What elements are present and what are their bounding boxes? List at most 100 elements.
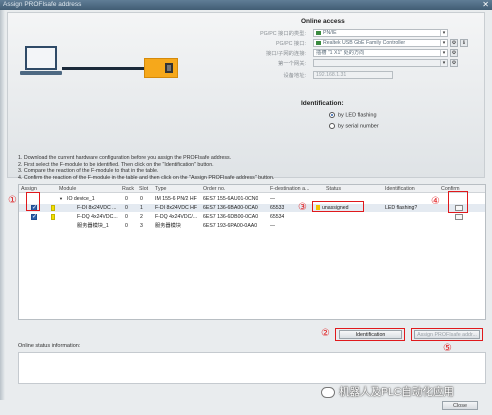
rack-value: 0 (125, 223, 128, 229)
annotation-3: ③ (298, 202, 307, 213)
identification-title: Identification: (301, 100, 344, 107)
annotation-4: ④ (431, 196, 440, 207)
f-module-marker-icon (51, 214, 55, 220)
identification-value: LED flashing? (385, 205, 418, 211)
order-value: 6ES7 136-6DB00-0CA0 (203, 214, 259, 220)
chevron-down-icon[interactable]: ▾ (440, 30, 447, 36)
slot-value: 0 (140, 196, 143, 202)
interface-type-select[interactable]: PN/IE ▾ (313, 29, 448, 37)
oa-row-interface-type: PG/PC 接口的类型: PN/IE ▾ (230, 29, 468, 37)
slot-value: 3 (140, 223, 143, 229)
dialog-title: Assign PROFIsafe address (3, 1, 82, 8)
oa-row-interface: PG/PC 接口: Realtek USB GbE Family Control… (230, 39, 468, 47)
subnet-help-button[interactable]: ⚙ (450, 49, 458, 57)
table-header (19, 185, 485, 193)
highlight-confirm (448, 191, 468, 213)
online-access-title: Online access (301, 18, 345, 25)
close-button[interactable]: Close (442, 401, 478, 410)
col-status: Status (326, 186, 342, 192)
device-address-field: 192.168.1.31 (313, 71, 393, 79)
expand-icon[interactable]: ▼ (59, 195, 63, 203)
module-table: Assign Module Rack Slot Type Order no. F… (18, 184, 486, 320)
radio-led-flashing[interactable]: by LED flashing (329, 112, 377, 118)
fdest-value: 65533 (270, 205, 285, 211)
left-edge-shade (0, 10, 5, 400)
interface-properties-button[interactable]: ⚙ (450, 39, 458, 47)
gateway-help-button[interactable]: ⚙ (450, 59, 458, 67)
table-row[interactable]: ▼ IO device_1 0 0 IM 155-6 PN/2 HF 6ES7 … (19, 195, 485, 203)
step-2: 2. First select the F-module to be ident… (18, 161, 214, 168)
close-icon[interactable]: ✕ (482, 0, 489, 10)
oa-row-gateway: 第一个网关: ▾ ⚙ (230, 59, 468, 67)
type-value: 服务器模块 (155, 223, 181, 229)
interface-select[interactable]: Realtek USB GbE Family Controller ▾ (313, 39, 448, 47)
col-fdest: F-destination a... (270, 186, 310, 192)
fdest-value: 65534 (270, 214, 285, 220)
fdest-value: — (270, 196, 276, 202)
interface-info-button[interactable]: ℹ (460, 39, 468, 47)
col-rack: Rack (122, 186, 135, 192)
module-name: 服务器模块_1 (77, 223, 109, 229)
step-1: 1. Download the current hardware configu… (18, 155, 232, 161)
chevron-down-icon[interactable]: ▾ (440, 40, 447, 46)
rack-value: 0 (125, 205, 128, 211)
gateway-select[interactable]: ▾ (313, 59, 448, 67)
type-value: F-DQ 4x24VDC/... (155, 214, 198, 220)
type-value: IM 155-6 PN/2 HF (155, 196, 197, 202)
radio-serial-number[interactable]: by serial number (329, 123, 379, 129)
wechat-icon (321, 386, 335, 398)
instruction-steps: 1. Download the current hardware configu… (18, 155, 274, 181)
oa-label: 设备地址: (283, 73, 306, 79)
pg-pc-base-icon (20, 71, 62, 75)
network-link-line (62, 67, 144, 70)
assign-profisafe-address-button[interactable]: Assign PROFIsafe addr... (414, 330, 480, 339)
chevron-down-icon[interactable]: ▾ (440, 60, 447, 66)
col-order: Order no. (203, 186, 226, 192)
slot-value: 1 (140, 205, 143, 211)
pg-pc-icon (25, 46, 57, 70)
highlight-assign-checkboxes (26, 192, 40, 211)
device-port-icon (165, 63, 173, 73)
highlight-status (312, 201, 364, 212)
watermark: 机器人及PLC自动化应用 (321, 384, 454, 399)
slot-value: 2 (140, 214, 143, 220)
rack-value: 0 (125, 196, 128, 202)
radio-button[interactable] (329, 112, 335, 118)
annotation-2: ② (321, 328, 330, 339)
annotation-1: ① (8, 195, 17, 206)
rack-value: 0 (125, 214, 128, 220)
col-module: Module (59, 186, 77, 192)
order-value: 6ES7 193-6PA00-0AA0 (203, 223, 258, 229)
network-card-icon (316, 40, 321, 45)
network-icon (316, 30, 321, 35)
radio-button[interactable] (329, 123, 335, 129)
module-name: F-DI 8x24VDC ... (77, 205, 117, 211)
type-value: F-DI 8x24VDC HF (155, 205, 198, 211)
table-row[interactable]: 服务器模块_1 0 3 服务器模块 6ES7 193-6PA00-0AA0 — (19, 222, 485, 230)
oa-label: PG/PC 接口的类型: (260, 31, 306, 37)
chevron-down-icon[interactable]: ▾ (440, 50, 447, 56)
col-type: Type (155, 186, 167, 192)
step-3: 3. Compare the reaction of the F-module … (18, 168, 159, 175)
table-row[interactable]: F-DI 8x24VDC ... 0 1 F-DI 8x24VDC HF 6ES… (19, 204, 485, 212)
module-name: IO device_1 (67, 196, 95, 202)
oa-row-device-address: 设备地址: 192.168.1.31 (230, 71, 468, 79)
assign-checkbox[interactable] (31, 213, 37, 220)
oa-label: 第一个网关: (278, 61, 306, 67)
fdest-value: — (270, 223, 276, 229)
step-4: 4. Confirm the reaction of the F-module … (18, 174, 275, 181)
online-status-box (18, 352, 486, 384)
col-identification: Identification (385, 186, 415, 192)
subnet-connection-select[interactable]: 插槽 "1 X1" 处的方向 ▾ (313, 49, 448, 57)
order-value: 6ES7 136-6BA00-0CA0 (203, 205, 258, 211)
order-value: 6ES7 155-6AU01-0CN0 (203, 196, 259, 202)
identification-button[interactable]: Identification (339, 330, 402, 339)
io-device-icon (144, 58, 178, 78)
module-name: F-DQ 4x24VDC... (77, 214, 118, 220)
oa-label: 接口/子网的连接: (265, 51, 306, 57)
col-slot: Slot (139, 186, 149, 192)
oa-label: PG/PC 接口: (275, 41, 306, 47)
confirm-checkbox[interactable] (455, 214, 463, 220)
table-row[interactable]: F-DQ 4x24VDC... 0 2 F-DQ 4x24VDC/... 6ES… (19, 213, 485, 221)
online-status-label: Online status information: (18, 343, 81, 349)
